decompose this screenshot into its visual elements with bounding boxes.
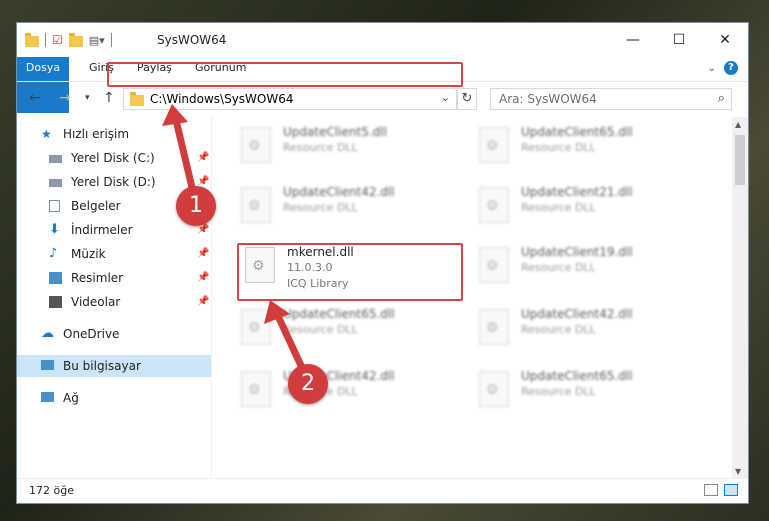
dll-file-icon <box>479 187 509 223</box>
scroll-thumb[interactable] <box>735 135 745 185</box>
download-icon: ⬇ <box>49 222 60 237</box>
file-item[interactable]: UpdateClient19.dll Resource DLL <box>473 243 703 299</box>
help-icon[interactable]: ? <box>724 61 738 75</box>
vertical-scrollbar[interactable]: ▲ ▼ <box>732 117 748 479</box>
sidebar-item-disk-d[interactable]: Yerel Disk (D:) 📌 <box>17 171 211 193</box>
title-bar: ☑ ▤▾ SysWOW64 — ☐ ✕ <box>17 23 748 57</box>
network-icon <box>41 392 54 402</box>
tab-share[interactable]: Paylaş <box>137 57 172 79</box>
file-item[interactable]: UpdateClient42.dll Resource DLL <box>235 367 465 423</box>
mkernel-highlight <box>237 243 463 301</box>
document-icon <box>49 200 60 212</box>
search-placeholder: Ara: SysWOW64 <box>499 92 597 106</box>
tiles-view-icon[interactable] <box>724 484 738 496</box>
quick-access-toolbar: ☑ ▤▾ <box>25 32 112 47</box>
dll-file-icon <box>479 127 509 163</box>
navigation-bar: ← → ▾ ↑ C:\Windows\SysWOW64 ⌄ ↻ Ara: Sys… <box>17 81 748 116</box>
scroll-up-icon[interactable]: ▲ <box>735 120 741 129</box>
recent-locations-icon[interactable]: ▾ <box>85 93 90 103</box>
close-button[interactable]: ✕ <box>702 23 748 57</box>
file-item[interactable]: UpdateClient65.dll Resource DLL <box>473 367 703 423</box>
tab-view[interactable]: Görünüm <box>195 57 246 79</box>
sidebar-item-network[interactable]: Ağ <box>17 387 211 409</box>
folder-icon <box>130 92 144 106</box>
explorer-window: ☑ ▤▾ SysWOW64 — ☐ ✕ Dosya Giriş Paylaş G… <box>16 22 749 504</box>
sidebar-item-pictures[interactable]: Resimler 📌 <box>17 267 211 289</box>
cloud-icon: ☁ <box>41 326 54 341</box>
file-item[interactable]: UpdateClient42.dll Resource DLL <box>473 305 703 361</box>
file-item[interactable]: UpdateClient42.dll Resource DLL <box>235 183 465 239</box>
pictures-icon <box>49 272 62 284</box>
address-path: C:\Windows\SysWOW64 <box>150 92 294 106</box>
maximize-button[interactable]: ☐ <box>656 23 702 57</box>
dll-file-icon <box>241 309 271 345</box>
expand-ribbon-icon[interactable]: ⌄ <box>708 63 716 74</box>
video-icon <box>49 296 62 308</box>
callout-badge-1: 1 <box>176 186 216 226</box>
window-title: SysWOW64 <box>157 33 227 47</box>
search-input[interactable]: Ara: SysWOW64 ⌕ <box>490 88 732 110</box>
tab-home[interactable]: Giriş <box>89 57 114 79</box>
ribbon-tabs: Dosya Giriş Paylaş Görünüm <box>17 57 748 113</box>
up-arrow-icon[interactable]: ↑ <box>103 90 115 106</box>
music-icon: ♪ <box>49 246 58 261</box>
minimize-button[interactable]: — <box>610 23 656 57</box>
ribbon-controls: ⌄ ? <box>708 61 738 75</box>
dll-file-icon <box>479 247 509 283</box>
computer-icon <box>41 360 54 370</box>
scroll-down-icon[interactable]: ▼ <box>735 467 741 476</box>
sidebar-item-quick-access[interactable]: ★ Hızlı erişim <box>17 123 211 145</box>
dll-file-icon <box>241 371 271 407</box>
folder-icon <box>25 32 39 47</box>
dll-file-icon <box>241 187 271 223</box>
view-toggle <box>704 484 738 496</box>
callout-badge-2: 2 <box>288 364 328 404</box>
back-arrow-icon[interactable]: ← <box>29 90 41 106</box>
details-view-icon[interactable] <box>704 484 718 496</box>
pin-icon[interactable]: 📌 <box>197 147 209 169</box>
navigation-pane: ★ Hızlı erişim Yerel Disk (C:) 📌 Yerel D… <box>17 117 211 479</box>
customize-icon[interactable]: ▤▾ <box>89 34 105 47</box>
status-bar: 172 öğe <box>17 478 748 503</box>
star-icon: ★ <box>41 127 52 141</box>
sidebar-item-music[interactable]: ♪ Müzik 📌 <box>17 243 211 265</box>
dll-file-icon <box>241 127 271 163</box>
properties-icon[interactable]: ☑ <box>52 33 63 47</box>
dll-file-icon <box>479 371 509 407</box>
sidebar-item-videos[interactable]: Videolar 📌 <box>17 291 211 313</box>
chevron-down-icon[interactable]: ⌄ <box>441 91 450 104</box>
dll-file-icon <box>479 309 509 345</box>
pin-icon[interactable]: 📌 <box>197 291 209 313</box>
sidebar-item-onedrive[interactable]: ☁ OneDrive <box>17 323 211 345</box>
pin-icon[interactable]: 📌 <box>197 243 209 265</box>
sidebar-item-disk-c[interactable]: Yerel Disk (C:) 📌 <box>17 147 211 169</box>
file-item[interactable]: UpdateClient65.dll Resource DLL <box>235 305 465 361</box>
address-bar[interactable]: C:\Windows\SysWOW64 ⌄ <box>123 88 457 110</box>
pin-icon[interactable]: 📌 <box>197 267 209 289</box>
sidebar-item-this-pc[interactable]: Bu bilgisayar <box>17 355 211 377</box>
item-count: 172 öğe <box>29 484 74 497</box>
file-item[interactable]: UpdateClient5.dll Resource DLL <box>235 123 465 179</box>
file-item[interactable]: UpdateClient21.dll Resource DLL <box>473 183 703 239</box>
sidebar-item-downloads[interactable]: ⬇ İndirmeler 📌 <box>17 219 211 241</box>
drive-icon <box>49 155 62 163</box>
file-item[interactable]: UpdateClient65.dll Resource DLL <box>473 123 703 179</box>
new-folder-icon[interactable] <box>68 32 83 47</box>
refresh-button[interactable]: ↻ <box>457 88 477 110</box>
forward-arrow-icon[interactable]: → <box>59 90 71 106</box>
drive-icon <box>49 179 62 187</box>
search-icon: ⌕ <box>717 91 725 106</box>
